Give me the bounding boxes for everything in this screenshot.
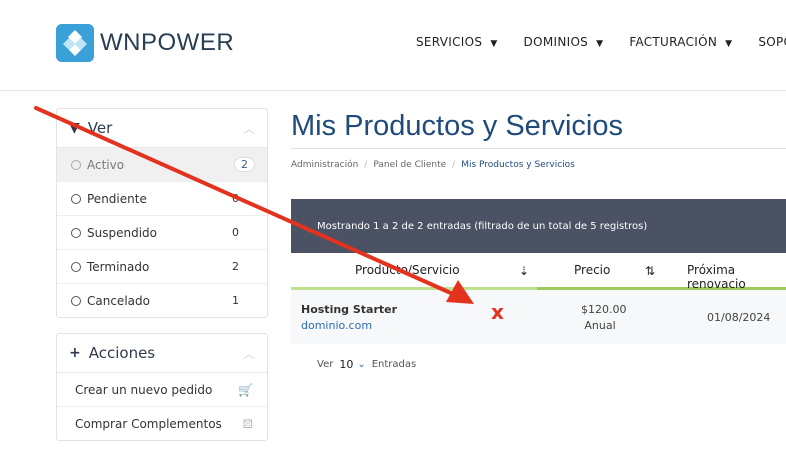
nav-soporte[interactable]: SOPO bbox=[758, 35, 786, 49]
buy-addons-link[interactable]: Comprar Complementos ⚄ bbox=[57, 407, 267, 440]
filter-label: Activo bbox=[87, 157, 125, 172]
filter-label: Suspendido bbox=[87, 225, 157, 240]
radio-icon bbox=[71, 193, 81, 204]
table-header: Producto/Servicio ⇣ Precio ⇅ Próxima ren… bbox=[291, 253, 786, 291]
nav-label: FACTURACIÓN bbox=[629, 35, 718, 49]
column-header-next-due[interactable]: Próxima renovacio bbox=[687, 263, 786, 291]
actions-panel: + Acciones ︿ Crear un nuevo pedido 🛒 Com… bbox=[56, 333, 268, 441]
column-header-price[interactable]: Precio bbox=[574, 263, 610, 277]
filter-terminado[interactable]: Terminado 2 bbox=[57, 250, 267, 284]
breadcrumb-item[interactable]: Administración bbox=[291, 160, 358, 170]
radio-icon bbox=[71, 261, 81, 272]
nav-dominios[interactable]: DOMINIOS ▼ bbox=[524, 35, 604, 49]
products-table: Mostrando 1 a 2 de 2 entradas (filtrado … bbox=[291, 199, 786, 344]
filter-count: 1 bbox=[232, 294, 239, 307]
chevron-down-icon[interactable]: ⌄ bbox=[357, 359, 365, 370]
logo[interactable]: WNPOWER bbox=[56, 24, 234, 62]
breadcrumb: Administración / Panel de Cliente / Mis Prod… bbox=[291, 160, 575, 170]
page-length-control: Ver 10 ⌄ Entradas bbox=[291, 358, 416, 371]
filter-count: 0 bbox=[232, 192, 239, 205]
nav-servicios[interactable]: SERVICIOS ▼ bbox=[416, 35, 498, 49]
breadcrumb-separator: / bbox=[452, 160, 456, 170]
view-panel-header[interactable]: ▼ Ver ︿ bbox=[57, 109, 267, 148]
show-label: Ver bbox=[317, 359, 334, 370]
filter-pendiente[interactable]: Pendiente 0 bbox=[57, 182, 267, 216]
main-nav: SERVICIOS ▼ DOMINIOS ▼ FACTURACIÓN ▼ SOPO bbox=[416, 35, 786, 49]
caret-down-icon: ▼ bbox=[596, 39, 604, 49]
site-header: WNPOWER SERVICIOS ▼ DOMINIOS ▼ FACTURACIÓN… bbox=[0, 0, 786, 91]
title-divider bbox=[291, 148, 786, 149]
page-length-select[interactable]: 10 bbox=[339, 358, 353, 371]
annotation-x-mark: x bbox=[491, 300, 504, 324]
column-label: Precio bbox=[574, 263, 611, 277]
radio-icon bbox=[71, 227, 81, 238]
nav-label: DOMINIOS bbox=[523, 35, 589, 49]
cart-icon: 🛒 bbox=[238, 382, 253, 397]
table-row[interactable]: Hosting Starter dominio.com $120.00 Anua… bbox=[291, 290, 786, 344]
action-label: Crear un nuevo pedido bbox=[75, 382, 213, 397]
new-order-link[interactable]: Crear un nuevo pedido 🛒 bbox=[57, 373, 267, 407]
entries-label: Entradas bbox=[371, 359, 417, 370]
filter-suspendido[interactable]: Suspendido 0 bbox=[57, 216, 267, 250]
filter-activo[interactable]: Activo 2 bbox=[57, 148, 267, 182]
product-domain-link[interactable]: dominio.com bbox=[301, 319, 372, 332]
page-title: Mis Productos y Servicios bbox=[291, 110, 623, 142]
filter-count: 2 bbox=[232, 260, 239, 273]
logo-text: WNPOWER bbox=[100, 29, 235, 56]
filter-icon: ▼ bbox=[69, 120, 80, 136]
action-label: Comprar Complementos bbox=[75, 416, 222, 431]
product-price: $120.00 bbox=[581, 303, 627, 316]
view-panel-title: Ver bbox=[87, 119, 113, 137]
product-name: Hosting Starter bbox=[301, 303, 398, 316]
radio-icon bbox=[71, 295, 81, 306]
breadcrumb-separator: / bbox=[364, 160, 368, 170]
plus-icon: + bbox=[69, 345, 81, 361]
chevron-up-icon[interactable]: ︿ bbox=[243, 345, 255, 362]
breadcrumb-current: Mis Productos y Servicios bbox=[461, 160, 575, 170]
sort-desc-icon[interactable]: ⇣ bbox=[519, 264, 529, 278]
column-label: Producto/Servicio bbox=[355, 263, 460, 277]
caret-down-icon: ▼ bbox=[725, 39, 733, 49]
actions-panel-title: Acciones bbox=[88, 344, 156, 362]
chevron-up-icon[interactable]: ︿ bbox=[243, 120, 255, 137]
column-label: Próxima renovacio bbox=[687, 263, 746, 291]
view-filter-panel: ▼ Ver ︿ Activo 2 Pendiente 0 Suspendido … bbox=[56, 108, 268, 318]
cubes-icon: ⚄ bbox=[242, 416, 253, 431]
filter-count-badge: 2 bbox=[234, 157, 255, 172]
nav-label: SOPO bbox=[758, 35, 786, 49]
sort-icon[interactable]: ⇅ bbox=[645, 264, 655, 278]
actions-panel-header[interactable]: + Acciones ︿ bbox=[57, 334, 267, 373]
logo-icon bbox=[56, 24, 94, 62]
next-due-date: 01/08/2024 bbox=[707, 311, 771, 324]
table-info-bar: Mostrando 1 a 2 de 2 entradas (filtrado … bbox=[291, 199, 786, 253]
column-header-product[interactable]: Producto/Servicio bbox=[355, 263, 460, 277]
filter-label: Pendiente bbox=[87, 191, 147, 206]
filter-cancelado[interactable]: Cancelado 1 bbox=[57, 284, 267, 317]
nav-facturacion[interactable]: FACTURACIÓN ▼ bbox=[629, 35, 732, 49]
caret-down-icon: ▼ bbox=[490, 39, 498, 49]
radio-icon bbox=[71, 159, 81, 170]
filter-label: Terminado bbox=[87, 259, 150, 274]
table-info-text: Mostrando 1 a 2 de 2 entradas (filtrado … bbox=[317, 220, 648, 232]
breadcrumb-item[interactable]: Panel de Cliente bbox=[373, 160, 446, 170]
filter-count: 0 bbox=[232, 226, 239, 239]
billing-cycle: Anual bbox=[584, 319, 616, 332]
filter-label: Cancelado bbox=[87, 293, 150, 308]
nav-label: SERVICIOS bbox=[416, 35, 483, 49]
